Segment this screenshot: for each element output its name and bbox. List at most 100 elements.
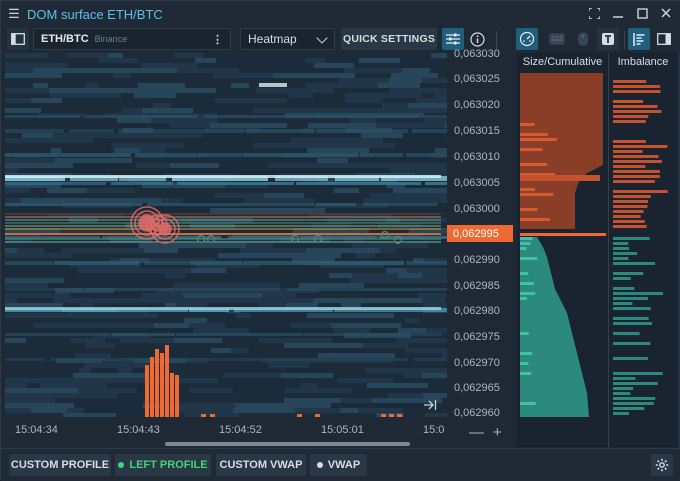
heatmap-cell: [162, 353, 210, 358]
view-mode-dropdown[interactable]: Heatmap: [240, 28, 335, 50]
heatmap-cell: [185, 373, 223, 378]
heatmap-cell: [5, 133, 22, 138]
close-icon[interactable]: [659, 5, 673, 21]
heatmap-cell: [388, 393, 423, 398]
heatmap-cell: [5, 103, 78, 108]
title-bar: ☰ DOM surface ETH/BTC: [1, 1, 680, 27]
heatmap-cell: [77, 118, 104, 123]
sliders-icon[interactable]: [442, 28, 464, 50]
heatmap-cell: [5, 373, 73, 378]
heatmap-cell: [259, 53, 303, 58]
custom-profile-button[interactable]: CUSTOM PROFILE: [9, 454, 111, 476]
price-label: 0,063020: [454, 99, 500, 111]
gear-icon[interactable]: [651, 454, 673, 476]
custom-vwap-button[interactable]: CUSTOM VWAP: [216, 454, 306, 476]
mouse-icon[interactable]: [572, 28, 594, 50]
heatmap-cell: [176, 93, 232, 98]
heatmap-cell: [121, 93, 134, 98]
heatmap-cell: [61, 248, 82, 253]
vwap-button[interactable]: VWAP: [310, 454, 367, 476]
price-label: 0,063015: [454, 125, 500, 137]
heatmap-cell: [155, 328, 194, 333]
panel-right-icon[interactable]: [653, 28, 675, 50]
heatmap-cell: [170, 123, 210, 128]
quick-settings-button[interactable]: QUICK SETTINGS: [341, 28, 437, 50]
heatmap-cell: [210, 123, 287, 128]
heatmap-cell: [87, 188, 135, 193]
heatmap-cell: [246, 243, 273, 248]
order-book-panel: Size/Cumulative Imbalance: [517, 53, 677, 447]
bid-size-bar: [520, 292, 536, 295]
heatmap-cell: [285, 168, 318, 173]
heatmap-cell: [147, 203, 229, 206]
heatmap-cell: [348, 158, 424, 163]
zoom-out-button[interactable]: —: [469, 424, 484, 441]
volume-bar: [201, 414, 206, 417]
hamburger-icon[interactable]: ☰: [1, 6, 27, 22]
heatmap-cell: [5, 393, 48, 398]
imbalance-bar: [613, 85, 661, 88]
imbalance-bar: [613, 180, 655, 183]
symbol-label: ETH/BTC: [41, 33, 89, 45]
heatmap-cell: [235, 403, 256, 408]
heatmap-cell: [158, 158, 215, 163]
heatmap-cell: [305, 83, 378, 88]
trade-bubble: [154, 222, 160, 228]
minimize-icon[interactable]: [611, 5, 625, 21]
heatmap-cell: [5, 88, 49, 93]
time-label: 15:05:01: [321, 424, 364, 436]
horizontal-scrollbar[interactable]: [165, 442, 410, 446]
speedometer-icon[interactable]: [516, 28, 538, 50]
heatmap-cell: [33, 323, 101, 328]
heatmap-cell: [287, 288, 359, 291]
maximize-icon[interactable]: [635, 5, 649, 21]
bid-size-bar: [520, 237, 533, 240]
heatmap-cell: [80, 328, 155, 333]
heatmap-cell: [231, 83, 249, 88]
heatmap-cell: [422, 373, 447, 378]
symbol-selector[interactable]: ETH/BTC Binance ⋮: [33, 28, 231, 50]
heatmap-cell: [165, 343, 201, 348]
heatmap-cell: [226, 268, 271, 273]
heatmap-cell: [358, 408, 403, 413]
heatmap-cell: [156, 283, 173, 288]
heatmap-cell: [90, 318, 140, 323]
current-price-tag: 0,062995: [447, 225, 513, 242]
liquidity-band: [5, 307, 441, 310]
keyboard-icon[interactable]: [546, 28, 568, 50]
heatmap-cell: [5, 148, 51, 153]
heatmap-canvas: [5, 53, 447, 417]
heatmap-cell: [50, 198, 104, 203]
heatmap-cell: [422, 273, 447, 278]
heatmap-cell: [78, 268, 153, 273]
heatmap-cell: [366, 363, 420, 368]
heatmap-cell: [343, 268, 386, 273]
heatmap-cell: [240, 103, 287, 108]
heatmap-cell: [167, 348, 211, 353]
heatmap-cell: [172, 138, 209, 143]
heatmap-chart[interactable]: [5, 53, 447, 417]
heatmap-cell: [239, 298, 313, 303]
left-profile-button[interactable]: LEFT PROFILE: [115, 454, 211, 476]
heatmap-cell: [197, 153, 242, 157]
scroll-to-end-icon[interactable]: [423, 399, 437, 411]
more-vertical-icon[interactable]: ⋮: [212, 33, 223, 46]
info-icon[interactable]: [466, 28, 488, 50]
heatmap-cell: [308, 123, 376, 128]
heatmap-cell: [393, 108, 422, 113]
heatmap-cell: [98, 83, 138, 88]
align-left-icon[interactable]: [628, 28, 650, 50]
heatmap-cell: [184, 298, 239, 303]
heatmap-cell: [246, 129, 314, 133]
text-icon[interactable]: [597, 28, 619, 50]
heatmap-cell: [30, 193, 108, 198]
heatmap-cell: [285, 388, 352, 393]
heatmap-cell: [395, 143, 411, 148]
sidebar-toggle-icon[interactable]: [7, 28, 29, 50]
expand-icon[interactable]: [587, 5, 601, 21]
imbalance-bar: [613, 247, 629, 250]
heatmap-cell: [219, 163, 268, 168]
imbalance-bar: [613, 220, 645, 223]
zoom-in-button[interactable]: +: [493, 424, 502, 441]
heatmap-cell: [95, 133, 167, 138]
